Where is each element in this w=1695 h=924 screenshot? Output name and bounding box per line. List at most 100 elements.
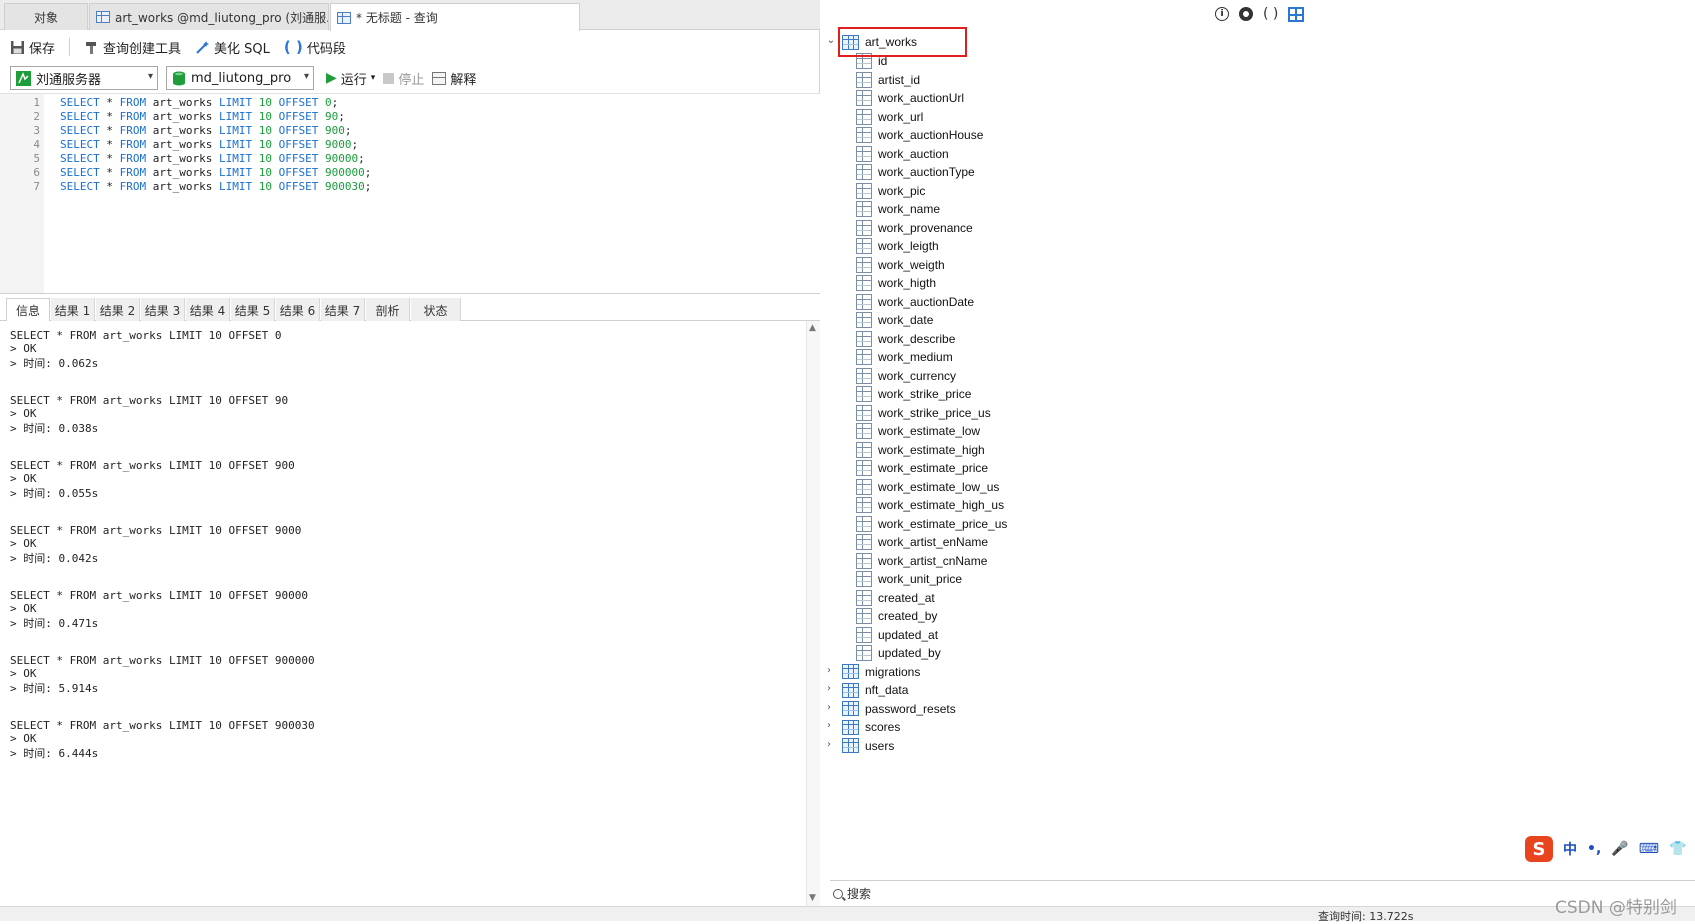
column-icon xyxy=(856,404,872,421)
column-icon xyxy=(856,478,872,495)
tree-column[interactable]: work_auctionType xyxy=(856,162,975,182)
keyword: SELECT xyxy=(60,138,100,151)
tree-label: artist_id xyxy=(878,72,921,87)
chevron-right-icon[interactable]: › xyxy=(824,665,834,676)
tree-column[interactable]: work_estimate_low_us xyxy=(856,477,999,497)
tree-label: work_currency xyxy=(878,368,957,383)
result-tab[interactable]: 结果 2 xyxy=(96,298,140,322)
database-name: md_liutong_pro xyxy=(191,70,292,86)
number: 10 xyxy=(258,96,272,109)
tree-column[interactable]: work_higth xyxy=(856,273,936,293)
tree-column[interactable]: work_estimate_high xyxy=(856,440,985,460)
number: 900 xyxy=(324,124,345,137)
tree-column[interactable]: work_provenance xyxy=(856,218,973,238)
table-name: art_works xyxy=(152,152,213,165)
tree-column[interactable]: work_estimate_price xyxy=(856,458,988,478)
tree-column[interactable]: work_currency xyxy=(856,366,956,386)
tree-column[interactable]: updated_at xyxy=(856,625,938,645)
table-icon xyxy=(842,719,859,735)
tree-column[interactable]: work_estimate_low xyxy=(856,421,980,441)
line-number: 6 xyxy=(33,166,40,179)
beautify-sql-button[interactable]: 美化 SQL xyxy=(195,38,270,57)
tree-column[interactable]: work_auctionHouse xyxy=(856,125,983,145)
message-ok: > OK xyxy=(10,732,37,745)
info-icon[interactable]: i xyxy=(1215,7,1229,21)
chevron-down-icon[interactable]: ▾ xyxy=(371,73,376,83)
keyword: OFFSET xyxy=(278,138,319,151)
run-button[interactable]: ▶ 运行 ▾ xyxy=(326,69,375,88)
chevron-down-icon[interactable]: ⌄ xyxy=(826,35,836,46)
query-builder-button[interactable]: 查询创建工具 xyxy=(84,38,181,57)
result-tab[interactable]: 结果 5 xyxy=(231,298,275,322)
braces-icon[interactable]: ( ) xyxy=(1263,6,1278,22)
table-view-icon[interactable] xyxy=(1288,6,1305,22)
tree-column[interactable]: created_at xyxy=(856,588,935,608)
column-icon xyxy=(856,90,872,106)
tree-column[interactable]: work_auction xyxy=(856,144,949,164)
stop-button[interactable]: 停止 xyxy=(383,69,424,88)
tree-column[interactable]: artist_id xyxy=(856,70,920,90)
tree-column[interactable]: work_strike_price_us xyxy=(856,403,991,423)
tab-table-art-works[interactable]: art_works @md_liutong_pro (刘通服... xyxy=(89,3,329,30)
tree-column[interactable]: created_by xyxy=(856,606,937,626)
result-tab[interactable]: 结果 6 xyxy=(276,298,320,322)
eye-icon[interactable] xyxy=(1239,7,1253,21)
tree-column[interactable]: work_medium xyxy=(856,347,953,367)
result-tab[interactable]: 结果 7 xyxy=(321,298,365,322)
tree-column[interactable]: work_artist_enName xyxy=(856,532,988,552)
tree-column[interactable]: work_describe xyxy=(856,329,955,349)
result-tab[interactable]: 结果 1 xyxy=(51,298,95,322)
result-tab[interactable]: 信息 xyxy=(6,298,50,322)
tree-table[interactable]: password_resets xyxy=(842,699,956,719)
tree-column[interactable]: work_leigth xyxy=(856,236,939,256)
sql-line: 5 SELECT * FROM art_works LIMIT 10 OFFSET… xyxy=(0,152,800,167)
tree-column[interactable]: work_estimate_price_us xyxy=(856,514,1007,534)
sogou-logo[interactable]: S xyxy=(1525,836,1553,862)
chevron-right-icon[interactable]: › xyxy=(824,720,834,731)
ime-punctuation[interactable]: •, xyxy=(1587,841,1601,857)
tree-column[interactable]: work_date xyxy=(856,310,933,330)
tree-table[interactable]: scores xyxy=(842,717,900,737)
tree-column[interactable]: work_name xyxy=(856,199,940,219)
database-select[interactable]: md_liutong_pro ▾ xyxy=(166,66,314,90)
microphone-icon[interactable]: 🎤 xyxy=(1611,841,1628,857)
highlight-box xyxy=(838,27,967,57)
result-tab[interactable]: 剖析 xyxy=(366,298,410,322)
tree-column[interactable]: work_unit_price xyxy=(856,569,962,589)
chevron-right-icon[interactable]: › xyxy=(824,739,834,750)
tree-column[interactable]: work_strike_price xyxy=(856,384,971,404)
explain-button[interactable]: 解释 xyxy=(432,69,476,88)
chevron-right-icon[interactable]: › xyxy=(824,683,834,694)
vertical-scrollbar[interactable]: ▲ ▼ xyxy=(806,321,820,906)
ime-language[interactable]: 中 xyxy=(1563,839,1577,859)
tree-column[interactable]: work_pic xyxy=(856,181,925,201)
message-time: > 时间: 0.042s xyxy=(10,552,99,565)
result-tab[interactable]: 结果 3 xyxy=(141,298,185,322)
scroll-down-icon[interactable]: ▼ xyxy=(809,893,816,903)
result-tab[interactable]: 状态 xyxy=(411,298,461,322)
keyword: LIMIT xyxy=(218,96,253,109)
tab-untitled-query[interactable]: * 无标题 - 查询 xyxy=(330,3,580,31)
tree-column[interactable]: work_estimate_high_us xyxy=(856,495,1004,515)
tree-column[interactable]: work_auctionUrl xyxy=(856,88,964,108)
tree-column[interactable]: work_auctionDate xyxy=(856,292,974,312)
tree-column[interactable]: work_artist_cnName xyxy=(856,551,987,571)
tree-column[interactable]: updated_by xyxy=(856,643,941,663)
tree-table[interactable]: nft_data xyxy=(842,680,908,700)
code-snippet-button[interactable]: ( ) 代码段 xyxy=(284,38,346,57)
tree-column[interactable]: work_weigth xyxy=(856,255,945,275)
tree-table[interactable]: migrations xyxy=(842,662,920,682)
keyboard-icon[interactable]: ⌨ xyxy=(1639,841,1659,857)
result-tab[interactable]: 结果 4 xyxy=(186,298,230,322)
tab-objects[interactable]: 对象 xyxy=(4,3,88,30)
sql-editor[interactable]: 1 SELECT * FROM art_works LIMIT 10 OFFSET… xyxy=(0,93,820,294)
column-icon xyxy=(856,71,872,88)
tree-table[interactable]: users xyxy=(842,736,894,756)
sql-code: SELECT * FROM art_works LIMIT 10 OFFSET … xyxy=(60,96,338,109)
chevron-right-icon[interactable]: › xyxy=(824,702,834,713)
tree-column[interactable]: work_url xyxy=(856,107,923,127)
scroll-up-icon[interactable]: ▲ xyxy=(809,323,816,333)
save-button[interactable]: 保存 xyxy=(10,38,55,57)
server-select[interactable]: 刘通服务器 ▾ xyxy=(10,66,158,90)
skin-icon[interactable]: 👕 xyxy=(1669,841,1686,857)
